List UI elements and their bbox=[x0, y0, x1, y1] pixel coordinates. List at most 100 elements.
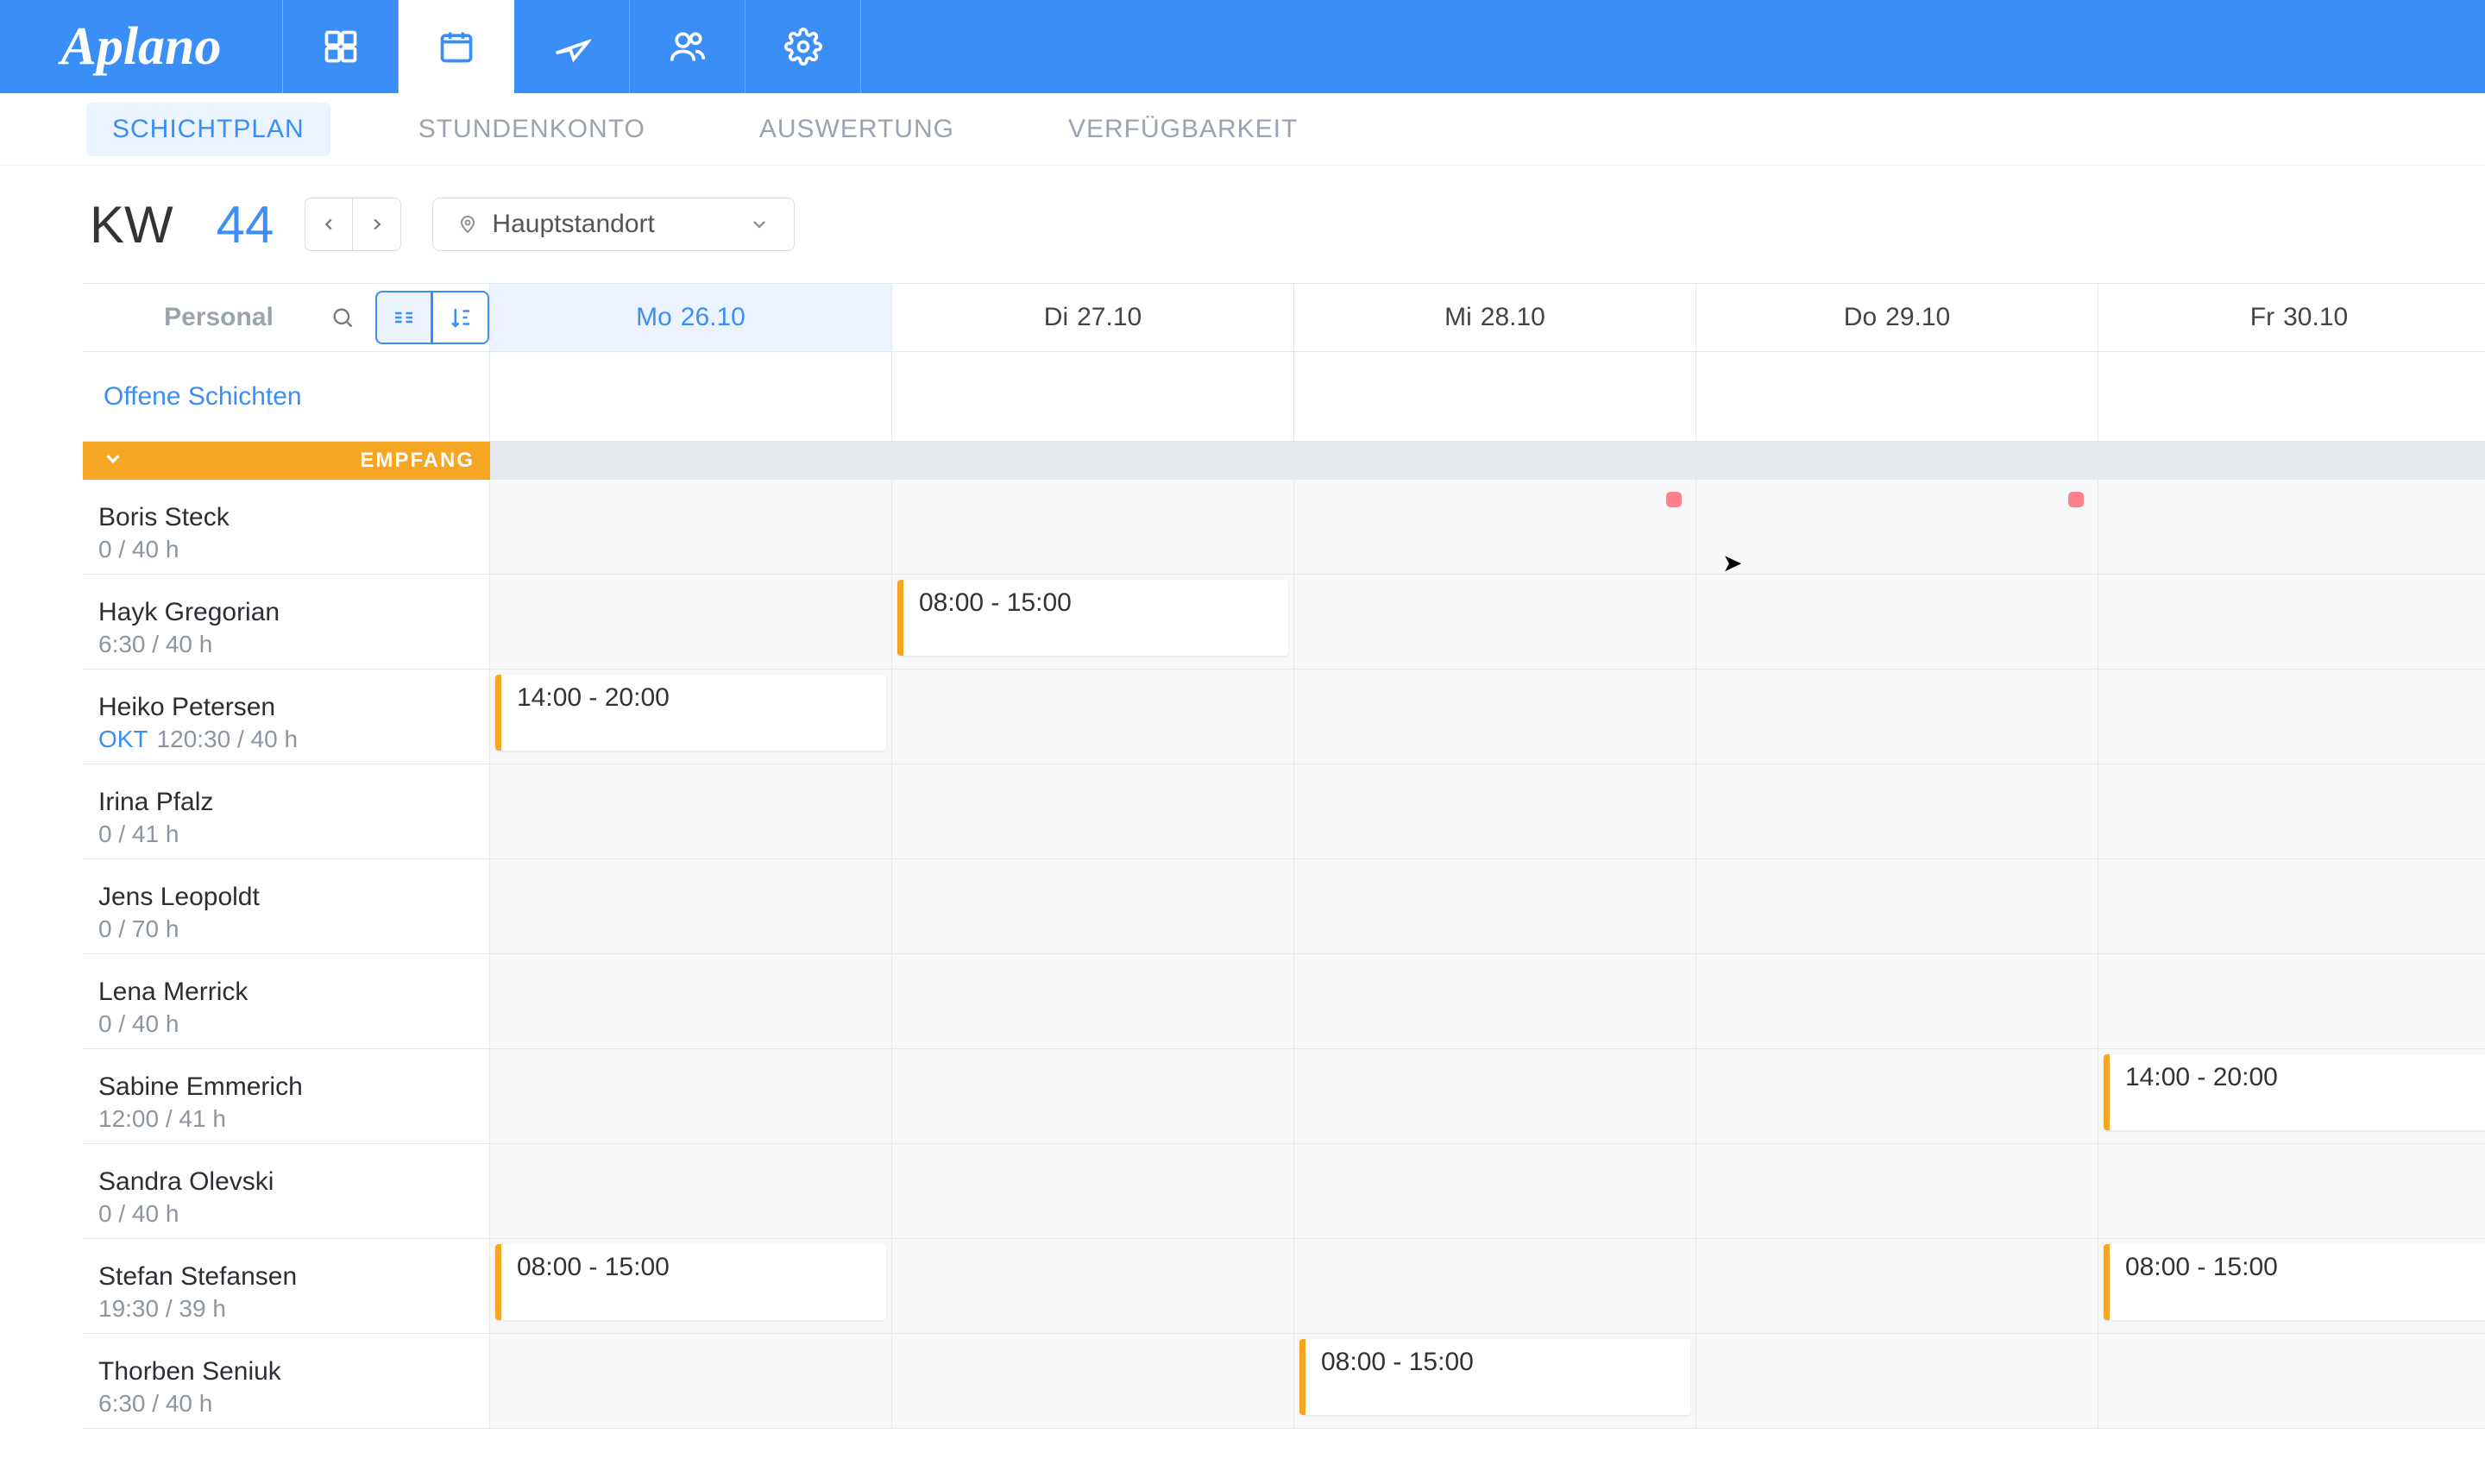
schedule-grid: Personal Mo26.10 Di27.10 Mi28.10 Do29.10… bbox=[0, 283, 2485, 1429]
shift-cell[interactable] bbox=[1294, 1239, 1696, 1334]
shift-cell[interactable]: 14:00 - 20:00 bbox=[490, 670, 892, 764]
shift-cell[interactable] bbox=[490, 1049, 892, 1144]
tab-auswertung[interactable]: AUSWERTUNG bbox=[733, 103, 980, 156]
shift[interactable]: 08:00 - 15:00 bbox=[495, 1244, 886, 1320]
shift-cell[interactable] bbox=[2098, 764, 2485, 859]
nav-calendar[interactable] bbox=[399, 0, 514, 93]
shift-cell[interactable] bbox=[2098, 480, 2485, 575]
day-header-mo[interactable]: Mo26.10 bbox=[490, 283, 892, 352]
shift-cell[interactable] bbox=[892, 1239, 1294, 1334]
shift-cell[interactable] bbox=[1696, 1334, 2098, 1429]
person-name: Lena Merrick bbox=[98, 978, 489, 1007]
next-week-button[interactable] bbox=[353, 198, 401, 251]
shift[interactable]: 08:00 - 15:00 bbox=[897, 580, 1288, 656]
day-header-di[interactable]: Di27.10 bbox=[892, 283, 1294, 352]
open-shift-cell[interactable] bbox=[490, 352, 892, 442]
shift-cell[interactable] bbox=[892, 764, 1294, 859]
shift-cell[interactable] bbox=[2098, 670, 2485, 764]
tab-schichtplan[interactable]: SCHICHTPLAN bbox=[86, 103, 330, 156]
view-toggle-expand[interactable] bbox=[375, 291, 432, 344]
personal-search[interactable]: Personal bbox=[83, 303, 372, 332]
shift-cell[interactable] bbox=[1696, 1239, 2098, 1334]
shift-cell[interactable] bbox=[490, 480, 892, 575]
group-header-empfang[interactable]: EMPFANG bbox=[83, 442, 490, 480]
shift-cell[interactable]: 08:00 - 15:00 bbox=[1294, 1334, 1696, 1429]
shift-cell[interactable] bbox=[1294, 1049, 1696, 1144]
tab-verfuegbarkeit[interactable]: VERFÜGBARKEIT bbox=[1042, 103, 1324, 156]
shift[interactable]: 14:00 - 20:00 bbox=[495, 675, 886, 751]
open-shift-cell[interactable] bbox=[1696, 352, 2098, 442]
shift-cell[interactable] bbox=[892, 1144, 1294, 1239]
shift-cell[interactable] bbox=[1294, 670, 1696, 764]
person-cell[interactable]: Irina Pfalz 0 / 41 h bbox=[83, 764, 490, 859]
shift-cell[interactable] bbox=[1294, 764, 1696, 859]
shift-cell[interactable] bbox=[490, 575, 892, 670]
shift-cell[interactable] bbox=[1696, 575, 2098, 670]
person-cell[interactable]: Stefan Stefansen 19:30 / 39 h bbox=[83, 1239, 490, 1334]
shift-cell[interactable] bbox=[892, 954, 1294, 1049]
person-hours: 0 / 40 h bbox=[98, 1200, 489, 1228]
shift-cell[interactable] bbox=[2098, 1144, 2485, 1239]
person-cell[interactable]: Jens Leopoldt 0 / 70 h bbox=[83, 859, 490, 954]
person-cell[interactable]: Hayk Gregorian 6:30 / 40 h bbox=[83, 575, 490, 670]
person-cell[interactable]: Thorben Seniuk 6:30 / 40 h bbox=[83, 1334, 490, 1429]
shift-cell[interactable] bbox=[892, 670, 1294, 764]
shift-cell[interactable] bbox=[1294, 954, 1696, 1049]
shift[interactable]: 08:00 - 15:00 bbox=[1299, 1339, 1690, 1415]
person-row: Stefan Stefansen 19:30 / 39 h 08:00 - 15… bbox=[83, 1239, 2485, 1334]
shift-cell[interactable] bbox=[1696, 764, 2098, 859]
shift-cell[interactable] bbox=[1696, 1144, 2098, 1239]
shift-cell[interactable] bbox=[1696, 670, 2098, 764]
open-shift-cell[interactable] bbox=[892, 352, 1294, 442]
view-toggle-sort[interactable] bbox=[432, 291, 489, 344]
nav-absences[interactable] bbox=[514, 0, 630, 93]
shift[interactable]: 08:00 - 15:00 bbox=[2104, 1244, 2485, 1320]
nav-settings[interactable] bbox=[746, 0, 861, 93]
day-header-do[interactable]: Do29.10 bbox=[1696, 283, 2098, 352]
shift-cell[interactable]: 08:00 - 15:00 bbox=[490, 1239, 892, 1334]
shift-cell[interactable] bbox=[490, 764, 892, 859]
person-cell[interactable]: Boris Steck 0 / 40 h bbox=[83, 480, 490, 575]
nav-people[interactable] bbox=[630, 0, 746, 93]
location-dropdown[interactable]: Hauptstandort bbox=[432, 198, 795, 251]
shift-cell[interactable] bbox=[490, 859, 892, 954]
shift-cell[interactable]: 08:00 - 15:00 bbox=[892, 575, 1294, 670]
open-shift-cell[interactable] bbox=[1294, 352, 1696, 442]
person-hours: 0 / 70 h bbox=[98, 915, 489, 943]
tab-stundenkonto[interactable]: STUNDENKONTO bbox=[393, 103, 671, 156]
shift-cell[interactable] bbox=[490, 1144, 892, 1239]
shift-cell[interactable] bbox=[1294, 859, 1696, 954]
shift-cell[interactable] bbox=[892, 1049, 1294, 1144]
shift-cell[interactable] bbox=[1294, 1144, 1696, 1239]
shift-cell[interactable] bbox=[892, 859, 1294, 954]
shift-cell[interactable] bbox=[2098, 1334, 2485, 1429]
person-name: Sandra Olevski bbox=[98, 1167, 489, 1197]
shift-cell[interactable] bbox=[2098, 859, 2485, 954]
shift-cell[interactable] bbox=[1696, 480, 2098, 575]
open-shift-cell[interactable] bbox=[2098, 352, 2485, 442]
person-cell[interactable]: Heiko Petersen OKT120:30 / 40 h bbox=[83, 670, 490, 764]
shift-cell[interactable] bbox=[1294, 480, 1696, 575]
shift-cell[interactable] bbox=[892, 1334, 1294, 1429]
shift-cell[interactable] bbox=[490, 1334, 892, 1429]
shift-cell[interactable] bbox=[892, 480, 1294, 575]
people-icon bbox=[669, 28, 707, 66]
shift-cell[interactable]: 08:00 - 15:00 bbox=[2098, 1239, 2485, 1334]
person-cell[interactable]: Sabine Emmerich 12:00 / 41 h bbox=[83, 1049, 490, 1144]
shift-cell[interactable] bbox=[1696, 1049, 2098, 1144]
prev-week-button[interactable] bbox=[305, 198, 353, 251]
shift[interactable]: 14:00 - 20:00 bbox=[2104, 1054, 2485, 1130]
shift-cell[interactable] bbox=[1696, 954, 2098, 1049]
nav-dashboard[interactable] bbox=[283, 0, 399, 93]
shift-cell[interactable] bbox=[1696, 859, 2098, 954]
shift-cell[interactable] bbox=[2098, 954, 2485, 1049]
shift-cell[interactable]: 14:00 - 20:00 bbox=[2098, 1049, 2485, 1144]
shift-cell[interactable] bbox=[490, 954, 892, 1049]
shift-cell[interactable] bbox=[2098, 575, 2485, 670]
person-cell[interactable]: Lena Merrick 0 / 40 h bbox=[83, 954, 490, 1049]
shift-cell[interactable] bbox=[1294, 575, 1696, 670]
day-header-mi[interactable]: Mi28.10 bbox=[1294, 283, 1696, 352]
day-header-fr[interactable]: Fr30.10 bbox=[2098, 283, 2485, 352]
person-cell[interactable]: Sandra Olevski 0 / 40 h bbox=[83, 1144, 490, 1239]
open-shifts-label[interactable]: Offene Schichten bbox=[83, 352, 490, 442]
